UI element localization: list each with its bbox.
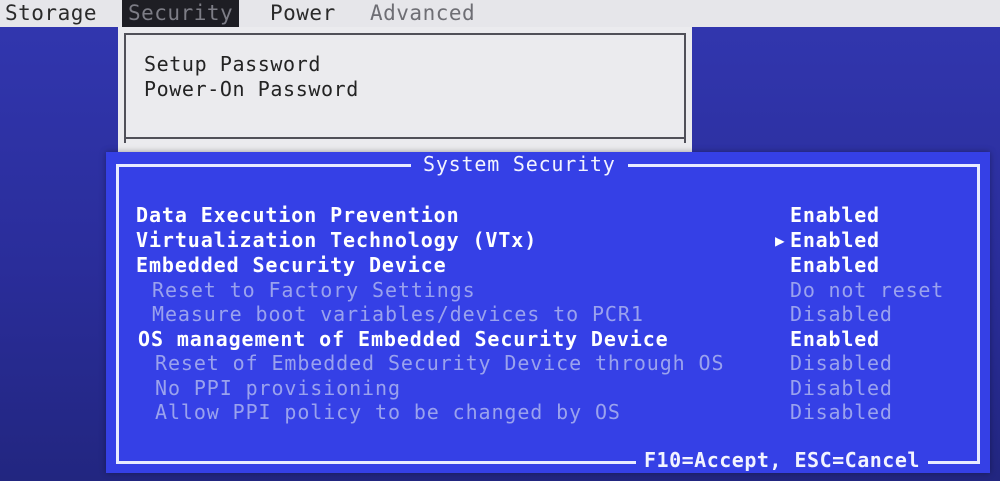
dialog-title: System Security xyxy=(411,152,628,176)
setting-value: Disabled xyxy=(790,351,893,375)
setting-label: Measure boot variables/devices to PCR1 xyxy=(152,302,644,326)
setting-value: Do not reset xyxy=(790,278,945,302)
setting-label: Embedded Security Device xyxy=(136,253,447,277)
setting-label: Allow PPI policy to be changed by OS xyxy=(155,400,621,424)
setting-value[interactable]: Enabled xyxy=(790,253,880,277)
setting-row-no-ppi-provisioning: No PPI provisioning Disabled xyxy=(106,376,990,400)
setting-row-os-management[interactable]: OS management of Embedded Security Devic… xyxy=(106,327,990,351)
setting-value[interactable]: Enabled xyxy=(790,327,880,351)
security-dropdown-menu: Setup Password Power-On Password xyxy=(118,27,692,155)
system-security-dialog: System Security Data Execution Preventio… xyxy=(106,152,990,473)
setting-row-embedded-security-device[interactable]: Embedded Security Device Enabled xyxy=(106,253,990,277)
setting-label: Reset to Factory Settings xyxy=(152,278,476,302)
menu-tab-advanced[interactable]: Advanced xyxy=(370,0,475,27)
dropdown-item-setup-password[interactable]: Setup Password xyxy=(144,52,321,76)
setting-row-virtualization-technology[interactable]: Virtualization Technology (VTx) ▶ Enable… xyxy=(106,228,990,252)
dialog-footer-hint: F10=Accept, ESC=Cancel xyxy=(636,448,928,472)
selection-pointer-icon: ▶ xyxy=(775,231,785,250)
menu-tab-security[interactable]: Security xyxy=(122,0,240,27)
setting-row-measure-boot-variables: Measure boot variables/devices to PCR1 D… xyxy=(106,302,990,326)
setting-value: Disabled xyxy=(790,400,893,424)
menu-bar: Storage Security Power Advanced xyxy=(0,0,1000,27)
setting-label: OS management of Embedded Security Devic… xyxy=(138,327,669,351)
setting-label: No PPI provisioning xyxy=(155,376,401,400)
setting-row-reset-through-os: Reset of Embedded Security Device throug… xyxy=(106,351,990,375)
menu-tab-storage[interactable]: Storage xyxy=(5,0,97,27)
dropdown-separator xyxy=(124,137,686,139)
dropdown-item-power-on-password[interactable]: Power-On Password xyxy=(144,77,359,101)
setting-value: Disabled xyxy=(790,302,893,326)
setting-label: Data Execution Prevention xyxy=(136,203,460,227)
setting-row-data-execution-prevention[interactable]: Data Execution Prevention Enabled xyxy=(106,203,990,227)
setting-value[interactable]: Enabled xyxy=(790,203,880,227)
setting-label: Virtualization Technology (VTx) xyxy=(136,228,538,252)
setting-value[interactable]: Enabled xyxy=(790,228,880,252)
setting-row-allow-ppi-policy: Allow PPI policy to be changed by OS Dis… xyxy=(106,400,990,424)
setting-row-reset-to-factory-settings: Reset to Factory Settings Do not reset xyxy=(106,278,990,302)
menu-tab-power[interactable]: Power xyxy=(270,0,336,27)
setting-label: Reset of Embedded Security Device throug… xyxy=(155,351,725,375)
setting-value: Disabled xyxy=(790,376,893,400)
